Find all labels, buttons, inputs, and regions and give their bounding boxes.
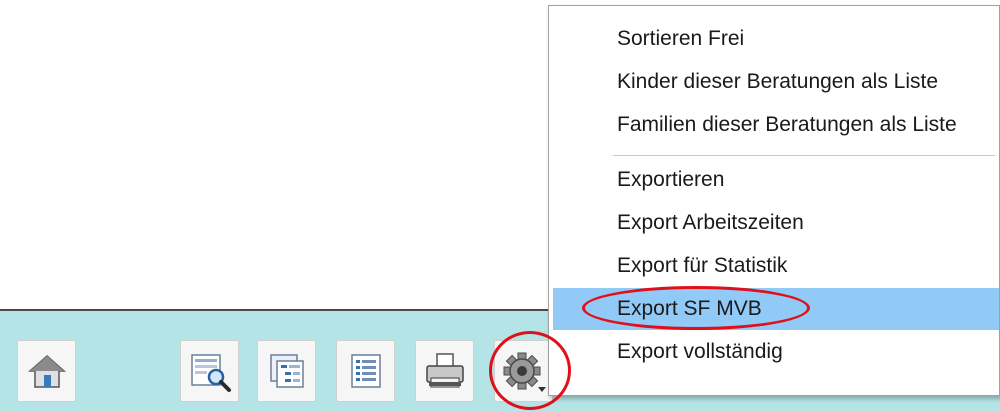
menu-item-export-statistik[interactable]: Export für Statistik — [553, 245, 999, 287]
menu-item-exportieren[interactable]: Exportieren — [553, 159, 999, 201]
settings-button[interactable] — [494, 340, 553, 402]
context-menu: Sortieren Frei Kinder dieser Beratungen … — [548, 5, 1000, 396]
menu-item-sortieren-frei[interactable]: Sortieren Frei — [553, 18, 999, 60]
menu-item-export-arbeitszeiten[interactable]: Export Arbeitszeiten — [553, 202, 999, 244]
menu-item-export-sf-mvb[interactable]: Export SF MVB — [553, 288, 999, 330]
preview-search-icon — [190, 354, 231, 392]
home-button[interactable] — [17, 340, 76, 402]
tree-view-button[interactable] — [257, 340, 316, 402]
tree-view-icon — [269, 354, 304, 388]
list-icon — [350, 354, 381, 388]
menu-item-kinder-liste[interactable]: Kinder dieser Beratungen als Liste — [553, 61, 999, 103]
home-icon — [27, 354, 66, 388]
preview-search-button[interactable] — [180, 340, 239, 402]
menu-item-export-vollstaendig[interactable]: Export vollständig — [553, 331, 999, 373]
menu-separator — [613, 155, 995, 156]
list-button[interactable] — [336, 340, 395, 402]
menu-item-familien-liste[interactable]: Familien dieser Beratungen als Liste — [553, 104, 999, 146]
print-button[interactable] — [415, 340, 474, 402]
printer-icon — [425, 353, 464, 388]
gear-icon — [503, 352, 546, 392]
